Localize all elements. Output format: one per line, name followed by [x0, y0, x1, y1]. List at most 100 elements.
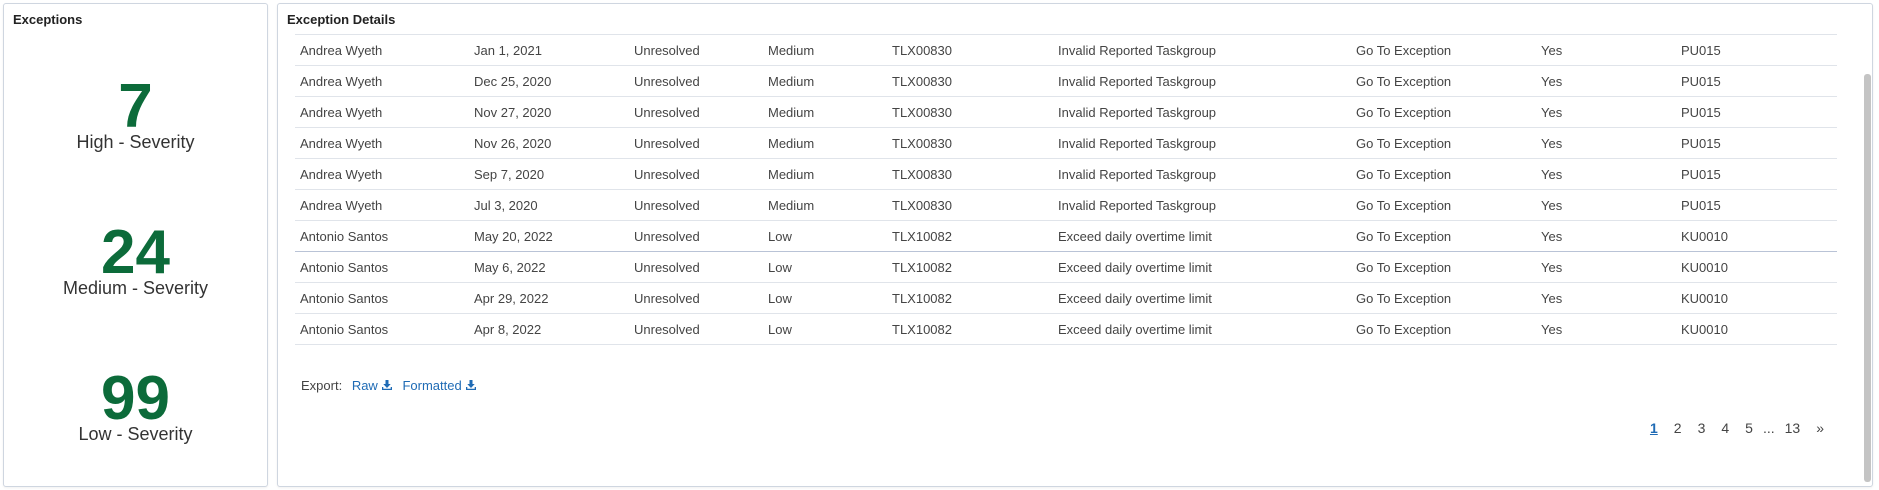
table-row[interactable]: Andrea Wyeth Dec 25, 2020 Unresolved Medium… — [295, 65, 1837, 97]
table-row[interactable]: Antonio Santos Apr 29, 2022 Unresolved Low T… — [295, 282, 1837, 314]
go-to-exception-link-cell[interactable]: Go To Exception — [1351, 251, 1536, 283]
export-raw-label: Raw — [351, 378, 378, 393]
export-label: Export: — [301, 378, 343, 393]
location-code-cell: PU015 — [1676, 189, 1837, 221]
table-row[interactable]: Andrea Wyeth Jul 3, 2020 Unresolved Medium T… — [295, 189, 1837, 221]
vertical-scrollbar[interactable] — [1864, 74, 1871, 482]
table-row[interactable]: Antonio Santos Apr 8, 2022 Unresolved Low TL… — [295, 313, 1837, 345]
location-code-cell: KU0010 — [1676, 282, 1837, 314]
export-raw-link[interactable]: Raw — [352, 378, 393, 393]
exception-code-cell: TLX00830 — [887, 158, 1053, 190]
download-icon — [381, 380, 392, 390]
table-row[interactable]: Andrea Wyeth Nov 26, 2020 Unresolved Medium… — [295, 127, 1837, 159]
description-cell: Invalid Reported Taskgroup — [1053, 127, 1351, 159]
location-code-cell: PU015 — [1676, 127, 1837, 159]
employee-name-cell: Andrea Wyeth — [295, 158, 469, 190]
page-link-4[interactable]: 4 — [1713, 420, 1737, 436]
description-cell: Invalid Reported Taskgroup — [1053, 96, 1351, 128]
medium-severity-label: Medium - Severity — [62, 278, 209, 298]
table-row[interactable]: Andrea Wyeth Sep 7, 2020 Unresolved Medium T… — [295, 158, 1837, 190]
go-to-exception-link-cell[interactable]: Go To Exception — [1351, 282, 1536, 314]
low-severity-metric[interactable]: 99 Low - Severity — [4, 368, 267, 445]
exception-date-cell: Dec 25, 2020 — [469, 65, 629, 97]
employee-name-cell: Antonio Santos — [295, 282, 469, 314]
page-link-1[interactable]: 1 — [1642, 420, 1666, 436]
exception-code-cell: TLX10082 — [887, 220, 1053, 252]
go-to-exception-link-cell[interactable]: Go To Exception — [1351, 65, 1536, 97]
description-cell: Exceed daily overtime limit — [1053, 282, 1351, 314]
page-link-3[interactable]: 3 — [1690, 420, 1714, 436]
export-formatted-link[interactable]: Formatted — [402, 378, 476, 393]
status-cell: Unresolved — [629, 189, 763, 221]
severity-cell: Medium — [763, 158, 887, 190]
go-to-exception-link-cell[interactable]: Go To Exception — [1351, 220, 1536, 252]
exception-date-cell: Jul 3, 2020 — [469, 189, 629, 221]
go-to-exception-link-cell[interactable]: Go To Exception — [1351, 313, 1536, 345]
flag-cell: Yes — [1536, 34, 1676, 66]
page-link-5[interactable]: 5 — [1737, 420, 1761, 436]
page-link-last[interactable]: 13 — [1777, 420, 1809, 436]
status-cell: Unresolved — [629, 96, 763, 128]
low-severity-label: Low - Severity — [78, 424, 193, 444]
description-cell: Invalid Reported Taskgroup — [1053, 34, 1351, 66]
medium-severity-metric[interactable]: 24 Medium - Severity — [4, 222, 267, 299]
status-cell: Unresolved — [629, 65, 763, 97]
high-severity-count: 7 — [118, 72, 153, 141]
low-severity-count: 99 — [101, 364, 170, 433]
flag-cell: Yes — [1536, 127, 1676, 159]
exception-code-cell: TLX10082 — [887, 282, 1053, 314]
exceptions-panel-title: Exceptions — [13, 12, 83, 27]
go-to-exception-link-cell[interactable]: Go To Exception — [1351, 189, 1536, 221]
export-formatted-label: Formatted — [402, 378, 462, 393]
status-cell: Unresolved — [629, 251, 763, 283]
flag-cell: Yes — [1536, 96, 1676, 128]
severity-cell: Medium — [763, 34, 887, 66]
go-to-exception-link-cell[interactable]: Go To Exception — [1351, 127, 1536, 159]
description-cell: Invalid Reported Taskgroup — [1053, 189, 1351, 221]
exception-date-cell: May 20, 2022 — [469, 220, 629, 252]
status-cell: Unresolved — [629, 158, 763, 190]
status-cell: Unresolved — [629, 313, 763, 345]
exception-code-cell: TLX00830 — [887, 189, 1053, 221]
table-row[interactable]: Andrea Wyeth Jan 1, 2021 Unresolved Medium T… — [295, 34, 1837, 66]
high-severity-metric[interactable]: 7 High - Severity — [4, 76, 267, 153]
page-link-2[interactable]: 2 — [1666, 420, 1690, 436]
page-ellipsis: ... — [1762, 420, 1775, 436]
pagination: 1 2 3 4 5 ... 13 » — [1642, 420, 1832, 436]
exception-date-cell: Apr 8, 2022 — [469, 313, 629, 345]
description-cell: Exceed daily overtime limit — [1053, 251, 1351, 283]
employee-name-cell: Andrea Wyeth — [295, 65, 469, 97]
table-row[interactable]: Antonio Santos May 6, 2022 Unresolved Low TL… — [295, 251, 1837, 283]
location-code-cell: KU0010 — [1676, 313, 1837, 345]
location-code-cell: PU015 — [1676, 96, 1837, 128]
export-bar: Export: Raw Formatted — [301, 378, 477, 393]
download-icon — [465, 380, 476, 390]
severity-cell: Medium — [763, 65, 887, 97]
severity-cell: Low — [763, 282, 887, 314]
table-row[interactable]: Andrea Wyeth Nov 27, 2020 Unresolved Medium… — [295, 96, 1837, 128]
flag-cell: Yes — [1536, 158, 1676, 190]
go-to-exception-link-cell[interactable]: Go To Exception — [1351, 96, 1536, 128]
location-code-cell: PU015 — [1676, 158, 1837, 190]
exception-date-cell: May 6, 2022 — [469, 251, 629, 283]
high-severity-label: High - Severity — [76, 132, 195, 152]
go-to-exception-link-cell[interactable]: Go To Exception — [1351, 34, 1536, 66]
employee-name-cell: Antonio Santos — [295, 220, 469, 252]
exception-code-cell: TLX00830 — [887, 96, 1053, 128]
table-row[interactable]: Antonio Santos May 20, 2022 Unresolved Low T… — [295, 220, 1837, 252]
status-cell: Unresolved — [629, 127, 763, 159]
location-code-cell: KU0010 — [1676, 251, 1837, 283]
exception-details-panel: Exception Details Andrea Wyeth Jan 1, 202… — [277, 3, 1873, 487]
exception-code-cell: TLX10082 — [887, 251, 1053, 283]
exception-date-cell: Nov 27, 2020 — [469, 96, 629, 128]
status-cell: Unresolved — [629, 34, 763, 66]
exception-details-title: Exception Details — [287, 12, 396, 27]
next-page-button[interactable]: » — [1808, 420, 1832, 436]
status-cell: Unresolved — [629, 282, 763, 314]
severity-cell: Medium — [763, 96, 887, 128]
employee-name-cell: Antonio Santos — [295, 251, 469, 283]
go-to-exception-link-cell[interactable]: Go To Exception — [1351, 158, 1536, 190]
exception-code-cell: TLX00830 — [887, 34, 1053, 66]
flag-cell: Yes — [1536, 65, 1676, 97]
description-cell: Invalid Reported Taskgroup — [1053, 158, 1351, 190]
